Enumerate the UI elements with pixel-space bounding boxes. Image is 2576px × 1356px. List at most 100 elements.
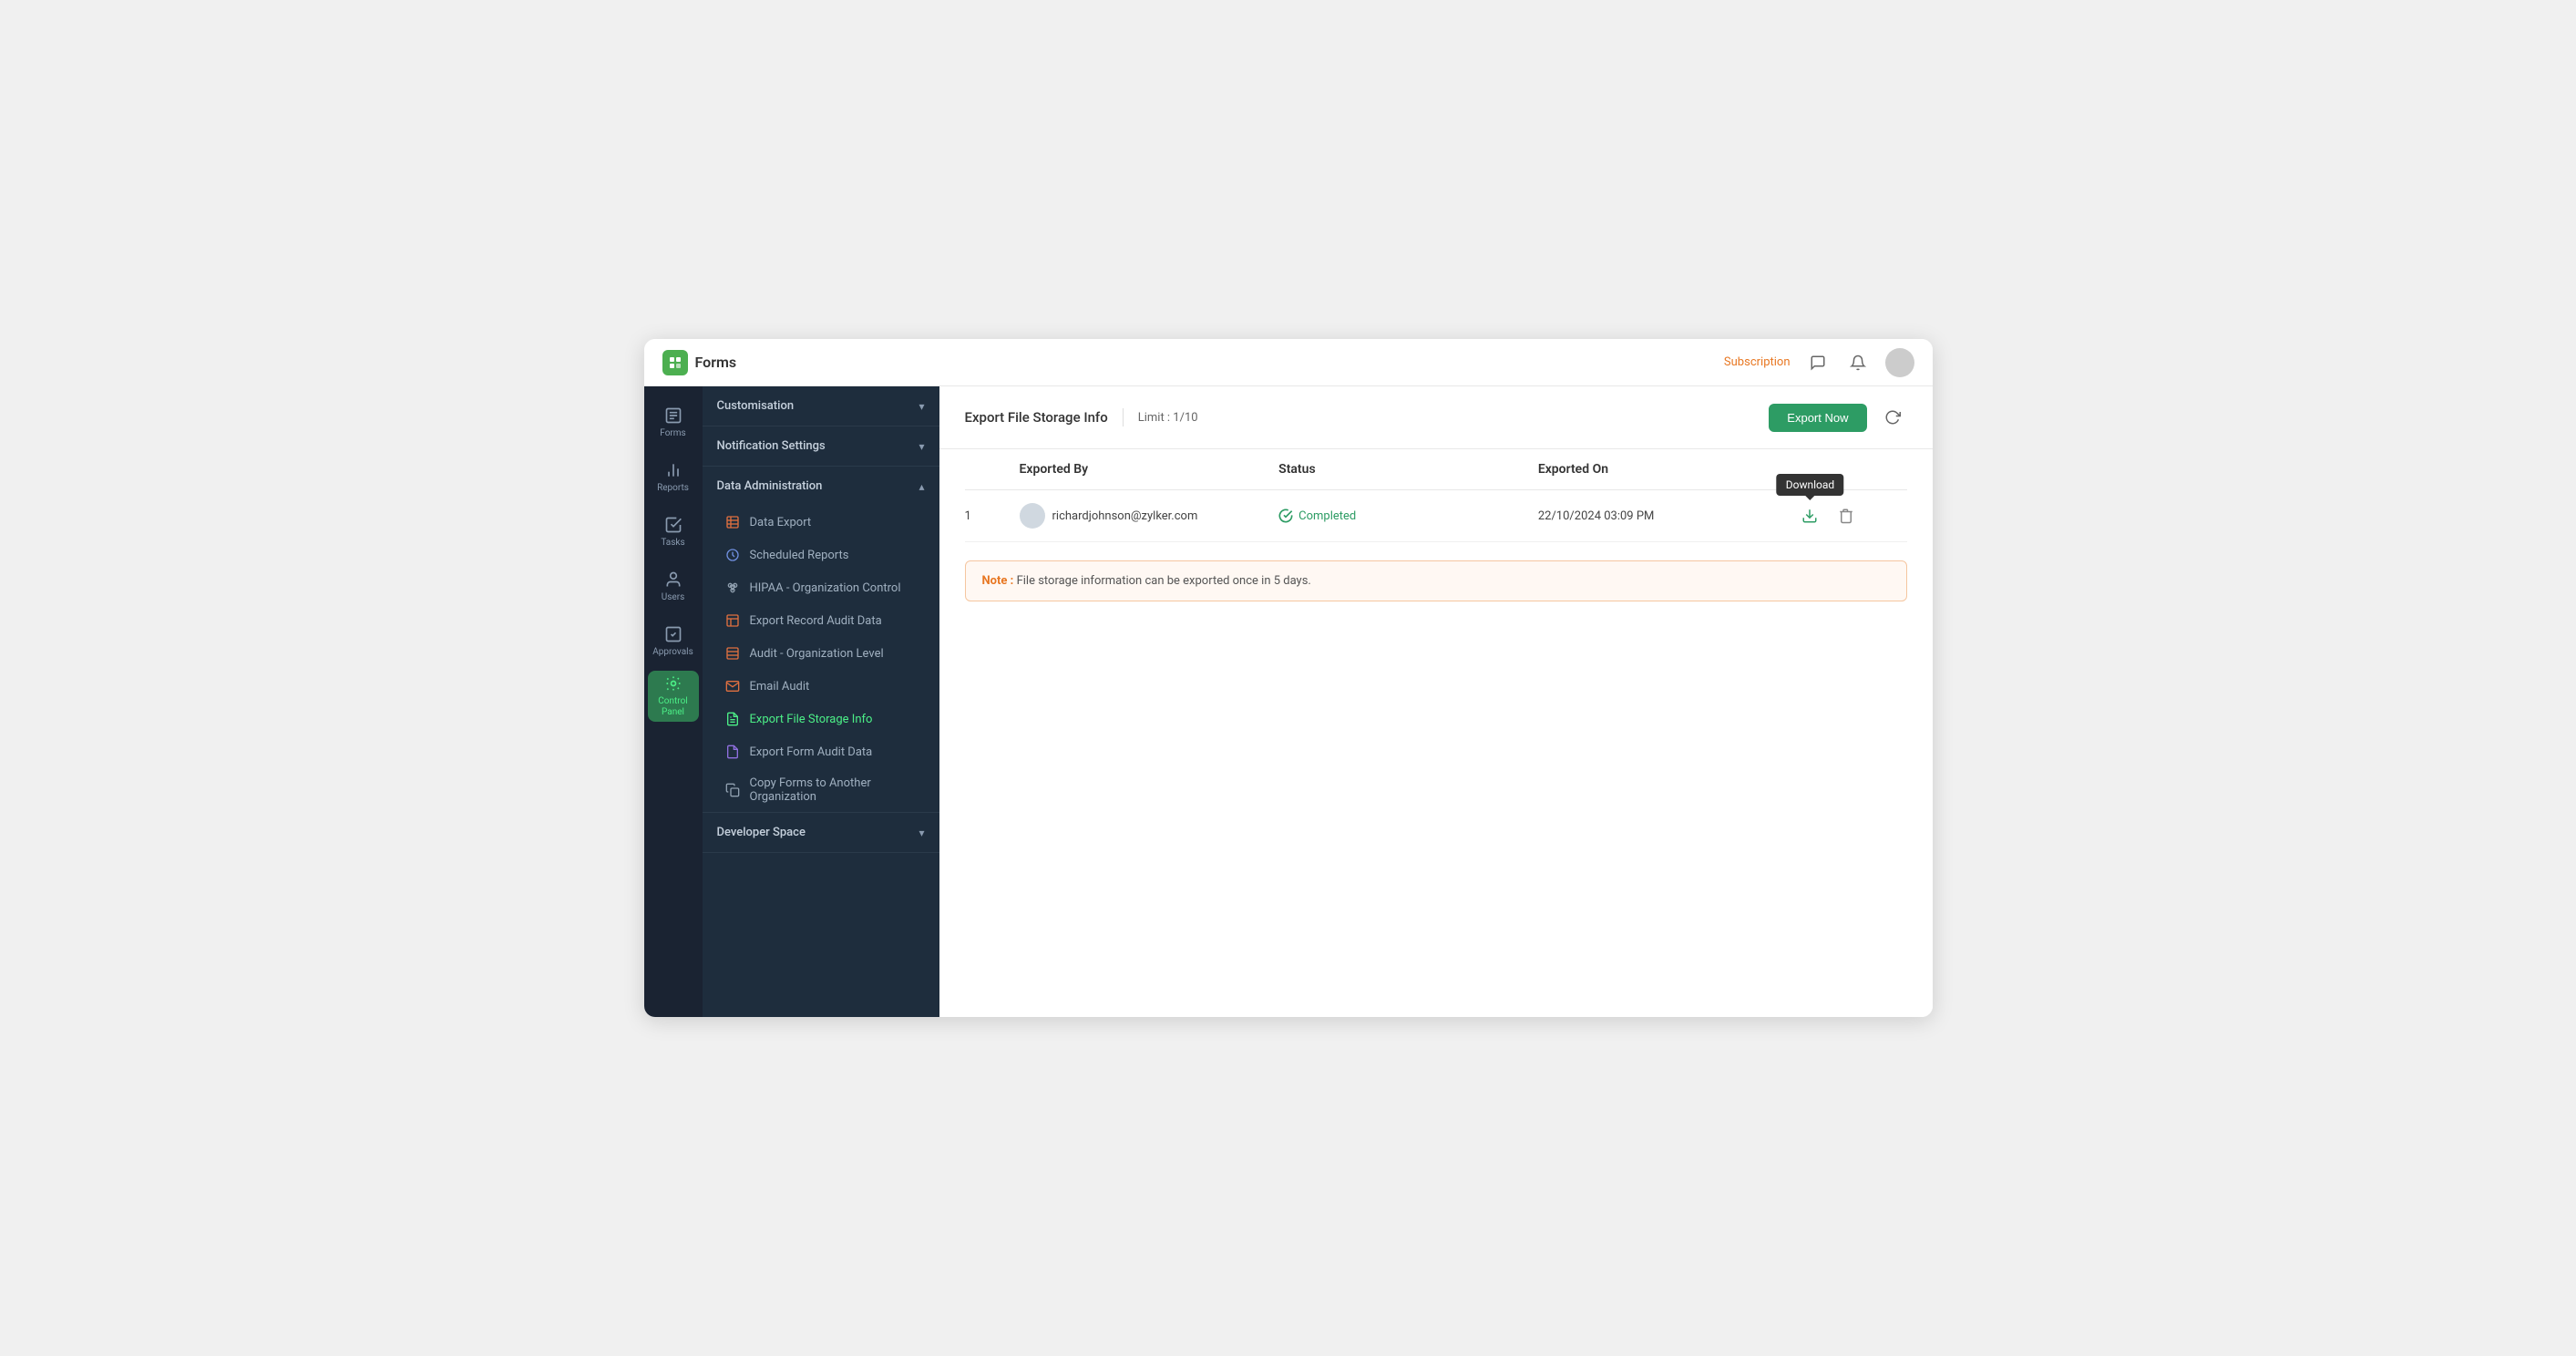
exported-by-email: richardjohnson@zylker.com (1052, 509, 1198, 523)
sidebar-section-customisation: Customisation ▾ (703, 386, 939, 426)
nav-item-approvals-label: Approvals (652, 647, 693, 658)
delete-button[interactable] (1833, 503, 1859, 529)
note-prefix: Note : (982, 574, 1014, 588)
audit-org-icon (724, 645, 741, 662)
table-cell-index: 1 (965, 509, 1020, 523)
sidebar-item-copy-forms[interactable]: Copy Forms to Another Organization (703, 768, 939, 812)
sidebar-section-developer-label: Developer Space (717, 826, 806, 839)
chevron-down-icon-2: ▾ (919, 440, 924, 453)
sidebar-item-export-form-audit-label: Export Form Audit Data (750, 745, 873, 759)
export-form-audit-icon (724, 744, 741, 760)
chevron-down-icon-3: ▾ (919, 827, 924, 839)
nav-item-tasks-label: Tasks (661, 538, 684, 549)
sidebar-item-export-record-audit-label: Export Record Audit Data (750, 614, 882, 628)
sidebar-section-data-admin-header[interactable]: Data Administration ▴ (703, 467, 939, 506)
table-header-index (965, 462, 1020, 477)
content-limit: Limit : 1/10 (1138, 411, 1198, 425)
download-button[interactable] (1797, 503, 1822, 529)
note-box: Note : File storage information can be e… (965, 560, 1907, 601)
sidebar-item-hipaa-label: HIPAA - Organization Control (750, 581, 901, 595)
nav-item-users[interactable]: Users (648, 561, 699, 612)
sidebar-item-audit-org[interactable]: Audit - Organization Level (703, 637, 939, 670)
top-bar: Forms Subscription (644, 339, 1933, 386)
app-title: Forms (695, 354, 737, 371)
nav-item-tasks[interactable]: Tasks (648, 507, 699, 558)
table-header-actions (1797, 462, 1906, 477)
sidebar-section-notification-header[interactable]: Notification Settings ▾ (703, 426, 939, 466)
sidebar-item-email-audit-label: Email Audit (750, 680, 810, 693)
nav-item-forms[interactable]: Forms (648, 397, 699, 448)
table-cell-status: Completed (1278, 508, 1538, 523)
content-area: Export File Storage Info Limit : 1/10 Ex… (939, 386, 1933, 1017)
hipaa-icon (724, 580, 741, 596)
sidebar-section-notification-label: Notification Settings (717, 439, 826, 453)
app-logo: Forms (662, 350, 737, 375)
sidebar-item-data-export-label: Data Export (750, 516, 812, 529)
sidebar-item-scheduled-reports[interactable]: Scheduled Reports (703, 539, 939, 571)
nav-item-reports[interactable]: Reports (648, 452, 699, 503)
export-record-audit-icon (724, 612, 741, 629)
sidebar-item-scheduled-reports-label: Scheduled Reports (750, 549, 849, 562)
data-export-icon (724, 514, 741, 530)
sidebar-item-copy-forms-label: Copy Forms to Another Organization (750, 776, 925, 804)
download-tooltip: Download (1797, 503, 1822, 529)
table-header-status: Status (1278, 462, 1538, 477)
sidebar-section-developer: Developer Space ▾ (703, 813, 939, 853)
nav-item-control-panel-label: Control Panel (648, 696, 699, 718)
sidebar-item-hipaa[interactable]: HIPAA - Organization Control (703, 571, 939, 604)
table-header-exported-by: Exported By (1020, 462, 1279, 477)
content-header-left: Export File Storage Info Limit : 1/10 (965, 408, 1198, 426)
sidebar-section-customisation-label: Customisation (717, 399, 795, 413)
content-title: Export File Storage Info (965, 409, 1108, 426)
avatar[interactable] (1885, 348, 1914, 377)
content-divider (1123, 408, 1124, 426)
sidebar-section-notification: Notification Settings ▾ (703, 426, 939, 467)
logo-icon (662, 350, 688, 375)
export-file-storage-icon (724, 711, 741, 727)
sidebar-item-audit-org-label: Audit - Organization Level (750, 647, 884, 661)
sidebar-item-email-audit[interactable]: Email Audit (703, 670, 939, 703)
nav-item-control-panel[interactable]: Control Panel (648, 671, 699, 722)
export-now-button[interactable]: Export Now (1769, 404, 1866, 432)
chevron-up-icon: ▴ (919, 480, 924, 493)
sidebar-section-data-admin-label: Data Administration (717, 479, 823, 493)
table-cell-actions: Download (1797, 503, 1906, 529)
email-audit-icon (724, 678, 741, 694)
refresh-button[interactable] (1878, 403, 1907, 432)
nav-item-reports-label: Reports (657, 483, 689, 494)
table-header-exported-on: Exported On (1538, 462, 1798, 477)
table-cell-exported-on: 22/10/2024 03:09 PM (1538, 509, 1798, 523)
content-header: Export File Storage Info Limit : 1/10 Ex… (939, 386, 1933, 449)
sidebar-section-data-admin: Data Administration ▴ Data Export (703, 467, 939, 813)
sidebar-item-export-file-storage-label: Export File Storage Info (750, 713, 873, 726)
scheduled-reports-icon (724, 547, 741, 563)
table-row: 1 richardjohnson@zylker.com Completed (965, 490, 1907, 542)
app-container: Forms Subscription (644, 339, 1933, 1017)
copy-forms-icon (724, 782, 741, 798)
subscription-link[interactable]: Subscription (1724, 355, 1791, 369)
sidebar: Customisation ▾ Notification Settings ▾ … (703, 386, 939, 1017)
status-badge: Completed (1278, 508, 1356, 523)
chevron-down-icon: ▾ (919, 400, 924, 413)
sidebar-section-customisation-header[interactable]: Customisation ▾ (703, 386, 939, 426)
status-label: Completed (1298, 509, 1356, 523)
far-left-nav: Forms Reports Tasks (644, 386, 703, 1017)
note-text: File storage information can be exported… (1017, 574, 1311, 588)
table-area: Exported By Status Exported On 1 richard… (939, 449, 1933, 542)
table-cell-exported-by: richardjohnson@zylker.com (1020, 503, 1279, 529)
user-avatar (1020, 503, 1045, 529)
sidebar-item-data-export[interactable]: Data Export (703, 506, 939, 539)
main-layout: Forms Reports Tasks (644, 386, 1933, 1017)
sidebar-item-export-record-audit[interactable]: Export Record Audit Data (703, 604, 939, 637)
table-header: Exported By Status Exported On (965, 449, 1907, 490)
nav-item-forms-label: Forms (660, 428, 685, 439)
sidebar-section-developer-header[interactable]: Developer Space ▾ (703, 813, 939, 852)
chat-icon[interactable] (1805, 350, 1831, 375)
nav-item-users-label: Users (662, 592, 685, 603)
top-bar-right: Subscription (1724, 348, 1914, 377)
content-header-right: Export Now (1769, 403, 1906, 432)
sidebar-item-export-form-audit[interactable]: Export Form Audit Data (703, 735, 939, 768)
sidebar-item-export-file-storage[interactable]: Export File Storage Info (703, 703, 939, 735)
notification-icon[interactable] (1845, 350, 1871, 375)
nav-item-approvals[interactable]: Approvals (648, 616, 699, 667)
